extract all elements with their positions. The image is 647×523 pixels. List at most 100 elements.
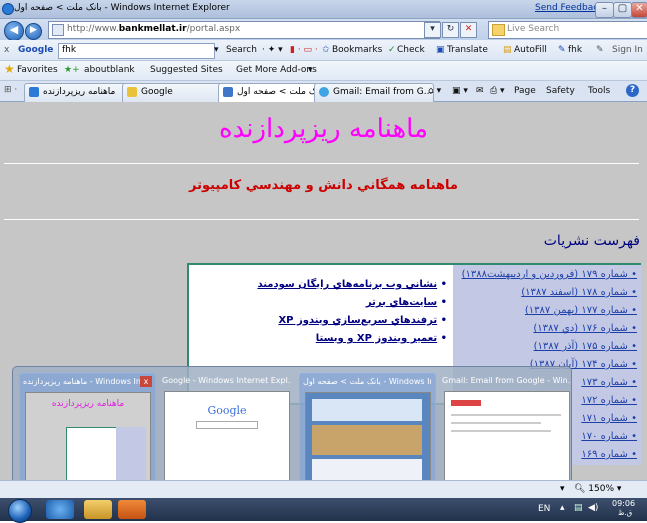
favorites-button[interactable]: ★ Favorites xyxy=(4,62,67,76)
list-item[interactable]: • نشاني وب برنامه‌هاي رايگان سودمند xyxy=(257,279,447,290)
taskbar: EN ▴ ▤ ◀) 09:06 ق.ظ xyxy=(0,498,647,523)
google-logo: Google xyxy=(18,45,54,55)
issue-link[interactable]: • شماره ۱۷۷ (بهمن ۱۳۸۷) xyxy=(462,305,637,323)
thumbnail-google[interactable]: Google - Windows Internet Expl... Google xyxy=(159,373,294,495)
pagerank-icon[interactable]: ▮ · ▭ · xyxy=(290,45,318,55)
search-dropdown-icon[interactable]: ▾ xyxy=(214,45,219,55)
safety-menu[interactable]: Safety xyxy=(546,86,575,96)
favorite-suggested-sites[interactable]: Suggested Sites xyxy=(150,65,223,75)
list-item[interactable]: • ترفندهاي سريع‌سازي ويندوز XP xyxy=(257,315,447,326)
forward-button[interactable]: ▶ xyxy=(25,23,42,40)
link-top-sites[interactable]: سايت‌هاي برتر xyxy=(366,297,437,308)
search-input[interactable]: Live Search ⌕ xyxy=(488,21,647,39)
options-icon[interactable]: · ✦ ▾ xyxy=(262,45,283,55)
fhk-search-icon: ✎ xyxy=(558,45,566,55)
mail-icon[interactable]: ✉ xyxy=(476,86,484,96)
url-suffix: /portal.aspx xyxy=(186,24,241,34)
quick-tabs-icon[interactable]: ⊞ · xyxy=(4,85,17,95)
add-favorite-icon[interactable]: ★+ xyxy=(64,65,80,75)
favorite-aboutblank[interactable]: aboutblank xyxy=(84,65,135,75)
issue-link[interactable]: • شماره ۱۷۵ (آذر ۱۳۸۷) xyxy=(462,341,637,359)
autofill-button[interactable]: AutoFill xyxy=(514,45,547,55)
thumbnail-page-title: ماهنامه ریزپردازنده xyxy=(51,399,125,409)
search-placeholder: Live Search xyxy=(507,24,560,34)
thumbnail-issues-box xyxy=(116,427,146,483)
language-indicator[interactable]: EN xyxy=(538,504,550,514)
thumbnail-searchbox xyxy=(196,421,258,429)
list-item[interactable]: • سايت‌هاي برتر xyxy=(257,297,447,308)
thumbnail-line xyxy=(451,422,541,424)
toolbar-close-button[interactable]: x xyxy=(4,45,9,55)
thumbnail-rizpardazande[interactable]: ماهنامه ریزپردازنده - Windows In... x ما… xyxy=(19,373,156,497)
home-icon[interactable]: ⌂ ▾ xyxy=(428,86,441,96)
link-xp-vista-repair[interactable]: تعمير ويندوز XP و ويستا xyxy=(316,333,437,344)
thumbnail-links-box xyxy=(66,427,118,485)
list-item[interactable]: • تعمير ويندوز XP و ويستا xyxy=(257,333,447,344)
google-page-icon xyxy=(127,87,137,97)
bank-page-icon xyxy=(223,87,233,97)
settings-wrench-icon[interactable]: ✎ xyxy=(596,45,604,55)
ie-page-icon xyxy=(29,87,39,97)
thumbnail-line xyxy=(451,414,561,416)
sign-in-button[interactable]: Sign In xyxy=(612,45,643,55)
tab-label: بانک ملت > صفحه اول xyxy=(237,87,325,97)
issue-link[interactable]: • شماره ۱۷۶ (دي ۱۳۸۷) xyxy=(462,323,637,341)
google-toolbar: x Google fhk ▾ Search · ✦ ▾ ▮ · ▭ · ✩ Bo… xyxy=(0,40,647,61)
zoom-level[interactable]: 🔍︎ 150% ▾ xyxy=(574,484,621,494)
thumbnail-google-logo: Google xyxy=(207,404,247,417)
google-search-button[interactable]: Search xyxy=(226,45,257,55)
start-button[interactable] xyxy=(8,499,32,523)
send-feedback-link[interactable]: Send Feedback xyxy=(535,3,603,13)
favorites-star-icon: ★ xyxy=(4,62,15,76)
bookmarks-button[interactable]: Bookmarks xyxy=(332,45,382,55)
live-search-icon xyxy=(492,24,505,36)
tab-gmail[interactable]: Gmail: Email from G... xyxy=(314,83,434,102)
link-xp-tricks[interactable]: ترفندهاي سريع‌سازي ويندوز XP xyxy=(278,315,437,326)
check-button[interactable]: Check xyxy=(397,45,425,55)
thumbnail-image xyxy=(305,392,431,492)
favorites-bar: ★ Favorites ★+ aboutblank Suggested Site… xyxy=(0,61,647,81)
tools-menu[interactable]: Tools xyxy=(588,86,610,96)
maximize-button[interactable]: ▢ xyxy=(613,2,632,18)
minimize-button[interactable]: – xyxy=(595,2,614,18)
fhk-button[interactable]: fhk xyxy=(568,45,582,55)
page-icon xyxy=(52,24,64,36)
ie-taskbar-icon[interactable] xyxy=(46,500,74,519)
volume-icon[interactable]: ◀) xyxy=(588,503,598,513)
translate-button[interactable]: Translate xyxy=(447,45,488,55)
compatibility-icon[interactable]: ▾ xyxy=(424,22,441,38)
page-menu[interactable]: Page xyxy=(514,86,536,96)
print-icon[interactable]: ⎙ ▾ xyxy=(490,86,505,96)
address-field[interactable]: http://www.bankmellat.ir/portal.aspx xyxy=(48,21,440,39)
refresh-button[interactable]: ↻ xyxy=(442,22,459,38)
autofill-icon: ▤ xyxy=(503,45,512,55)
google-search-input[interactable]: fhk xyxy=(58,43,215,59)
close-preview-icon[interactable]: x xyxy=(140,376,152,387)
close-button[interactable]: ✕ xyxy=(631,2,647,18)
stop-button[interactable]: ✕ xyxy=(460,22,477,38)
network-icon[interactable]: ▤ xyxy=(574,503,583,513)
explorer-taskbar-icon[interactable] xyxy=(84,500,112,519)
feeds-icon[interactable]: ▣ ▾ xyxy=(452,86,468,96)
thumbnail-gmail[interactable]: Gmail: Email from Google - Win... xyxy=(439,373,574,495)
protected-mode-icon[interactable]: ▾ xyxy=(560,484,565,494)
thumbnail-banner xyxy=(312,425,422,455)
link-free-programs[interactable]: نشاني وب برنامه‌هاي رايگان سودمند xyxy=(257,279,437,290)
tray-expand-icon[interactable]: ▴ xyxy=(560,503,565,513)
thumbnail-bank-mellat[interactable]: بانک ملت > صفحه اول - Windows Int... xyxy=(299,373,436,497)
divider xyxy=(4,163,639,164)
clock[interactable]: 09:06 xyxy=(612,499,635,508)
issue-link[interactable]: • شماره ۱۷۸ (اسفند ۱۳۸۷) xyxy=(462,287,637,305)
help-icon[interactable]: ? xyxy=(626,84,639,97)
title-bar: بانک ملت > صفحه اول - Windows Internet E… xyxy=(0,0,647,19)
window-title: بانک ملت > صفحه اول - Windows Internet E… xyxy=(14,3,230,13)
clock-period: ق.ظ xyxy=(618,509,633,517)
status-bar: ▾ 🔍︎ 150% ▾ xyxy=(0,480,647,498)
url-prefix: http://www. xyxy=(67,24,119,34)
favorite-get-more-addons[interactable]: Get More Add-ons xyxy=(236,65,317,75)
issue-link[interactable]: • شماره ۱۷۹ (فروردين و ارديبهشت۱۳۸۸) xyxy=(462,269,637,287)
back-button[interactable]: ◀ xyxy=(4,21,24,41)
ie-logo-icon xyxy=(2,3,14,15)
media-player-taskbar-icon[interactable] xyxy=(118,500,146,519)
addons-dropdown-icon[interactable]: ▾ xyxy=(308,65,313,75)
